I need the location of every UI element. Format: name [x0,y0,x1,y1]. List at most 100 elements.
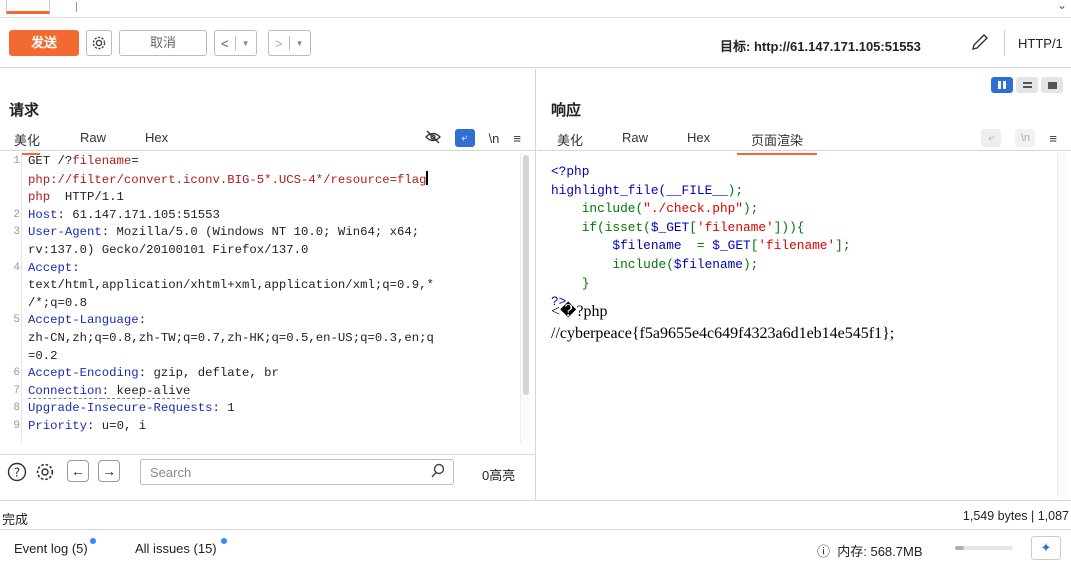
settings-button[interactable] [86,30,112,56]
cancel-button[interactable]: 取消 [119,30,207,56]
status-text: 完成 [2,512,29,527]
search-settings-button[interactable] [34,461,56,483]
gear-icon [36,463,54,481]
forward-button[interactable]: > ▼ [268,30,311,56]
tab-raw[interactable]: Raw [80,130,106,149]
code-line: 9 Priority: u=0, i [13,418,147,433]
bottom-bar: Event log (5) All issues (15) ⓘ 内存: 568.… [0,531,1071,565]
code-line: 3 User-Agent: Mozilla/5.0 (Windows NT 10.… [13,225,420,240]
top-tab-strip: ⌄ [0,0,1071,18]
tab-raw[interactable]: Raw [622,130,648,149]
toolbar: 发送 取消 < ▼ > ▼ 目标: http://61.147.171.105:51… [0,18,1071,68]
response-size: 1,549 bytes | 1,087 [962,509,1069,523]
tab-pretty[interactable]: 美化 [557,130,583,153]
code-line: php HTTP/1.1 [28,190,124,205]
eye-slash-icon[interactable] [424,130,441,147]
tab-render[interactable]: 页面渲染 [737,130,818,155]
code-line: /*;q=0.8 [28,295,88,310]
newline-toggle[interactable]: \n [489,131,500,146]
chevron-left-icon: < [221,35,229,51]
repeater-tab-active[interactable] [6,0,50,14]
ai-sparkle-button[interactable]: ✦ [1031,536,1061,560]
tab-pretty[interactable]: 美化 [14,130,41,155]
response-tabs: 美化 Raw Hex 页面渲染 ⤶ \n ≡ [537,127,1071,155]
php-source-highlight: <?php highlight_file(__FILE__); include(… [551,164,851,310]
response-title: 响应 [551,102,582,119]
layout-toggle [991,77,1063,93]
pencil-icon[interactable] [968,30,992,54]
wrap-lines-icon[interactable]: ⤶ [981,129,1002,147]
code-line: 8 Upgrade-Insecure-Requests: 1 [13,401,235,416]
info-icon: ⓘ [817,544,831,559]
search-input[interactable] [141,460,421,484]
code-line: 1 GET /?filename= [13,154,139,168]
code-line: 7 Connection: keep-alive [13,383,191,399]
all-issues-link[interactable]: All issues (15) [135,538,227,556]
layout-stacked-button[interactable] [1016,77,1038,93]
next-match-button[interactable]: → [98,460,120,482]
request-title: 请求 [9,102,40,119]
sparkle-icon: ✦ [1040,540,1052,555]
response-scrollbar[interactable] [1057,153,1067,498]
event-log-link[interactable]: Event log (5) [14,538,96,556]
highlight-count: 0高亮 [482,468,516,483]
rendered-page: <?php highlight_file(__FILE__); include(… [537,153,1057,498]
wrap-lines-icon[interactable]: ⤶ [454,129,475,147]
code-line: 2 Host: 61.147.171.105:51553 [13,207,220,222]
menu-icon[interactable]: ≡ [513,131,521,146]
send-button[interactable]: 发送 [9,30,79,56]
notification-dot [89,538,96,544]
dropdown-icon[interactable]: ▼ [242,39,250,48]
svg-text:?: ? [14,466,20,480]
request-search-bar: ? ← → 0高亮 [0,454,536,500]
arrow-left-icon: ← [71,463,85,479]
divider [288,36,290,50]
editor-tools: ⤶ \n ≡ [981,127,1057,149]
response-panel: 响应 美化 Raw Hex 页面渲染 ⤶ \n ≡ <?php highligh… [537,69,1071,500]
editor-tools: ⤶ \n ≡ [424,127,521,149]
request-scrollbar[interactable] [520,153,530,443]
divider [1004,30,1005,56]
search-icon[interactable] [431,463,445,482]
code-line: rv:137.0) Gecko/20100101 Firefox/137.0 [28,242,309,257]
back-button[interactable]: < ▼ [214,30,257,56]
layout-side-by-side-button[interactable] [991,77,1013,93]
code-line: 5 Accept-Language: [13,313,147,328]
newline-toggle[interactable]: \n [1015,129,1036,147]
text-cursor [426,170,429,185]
rendered-output: <�?php //cyberpeace{f5a9655e4c649f4323a6… [551,301,894,345]
close-icon[interactable]: ⌄ [1057,0,1067,12]
request-editor[interactable]: 1 GET /?filename= php://filter/convert.ic… [0,153,520,443]
status-bar: 完成 1,549 bytes | 1,087 [0,500,1071,530]
code-line: 4 Accept: [13,260,80,275]
tab-hex[interactable]: Hex [687,130,710,149]
search-box [140,459,454,485]
notification-dot [220,538,227,544]
layout-single-button[interactable] [1041,77,1063,93]
divider [234,36,236,50]
request-code: 1 GET /?filename= php://filter/convert.ic… [13,153,520,436]
flag-line: //cyberpeace{f5a9655e4c649f4323a6d1eb14e… [551,325,895,342]
code-line: =0.2 [28,348,58,363]
arrow-right-icon: → [102,463,116,479]
previous-match-button[interactable]: ← [67,460,89,482]
http-version[interactable]: HTTP/1 [1018,36,1063,51]
help-icon[interactable]: ? [6,461,28,483]
dropdown-icon[interactable]: ▼ [296,39,304,48]
code-line: php://filter/convert.iconv.BIG-5*.UCS-4*… [28,170,429,187]
target-label: 目标: http://61.147.171.105:51553 [720,39,921,54]
memory-info: ⓘ 内存: 568.7MB [817,544,923,559]
request-panel: 请求 美化 Raw Hex ⤶ \n ≡ 1 GET /?filename= ph… [0,69,536,500]
code-line: text/html,application/xhtml+xml,applicat… [28,278,434,293]
menu-icon[interactable]: ≡ [1049,131,1057,146]
code-line: 6 Accept-Encoding: gzip, deflate, br [13,366,279,381]
rendered-line: <�?php [551,303,608,320]
request-tabs: 美化 Raw Hex ⤶ \n ≡ [0,127,535,155]
gear-icon [92,36,106,50]
chevron-right-icon: > [275,35,283,51]
memory-bar [955,546,1013,550]
scrollbar-thumb[interactable] [523,155,529,395]
code-line: zh-CN,zh;q=0.8,zh-TW;q=0.7,zh-HK;q=0.5,e… [28,330,434,345]
memory-bar-fill [955,546,964,550]
tab-hex[interactable]: Hex [145,130,168,149]
